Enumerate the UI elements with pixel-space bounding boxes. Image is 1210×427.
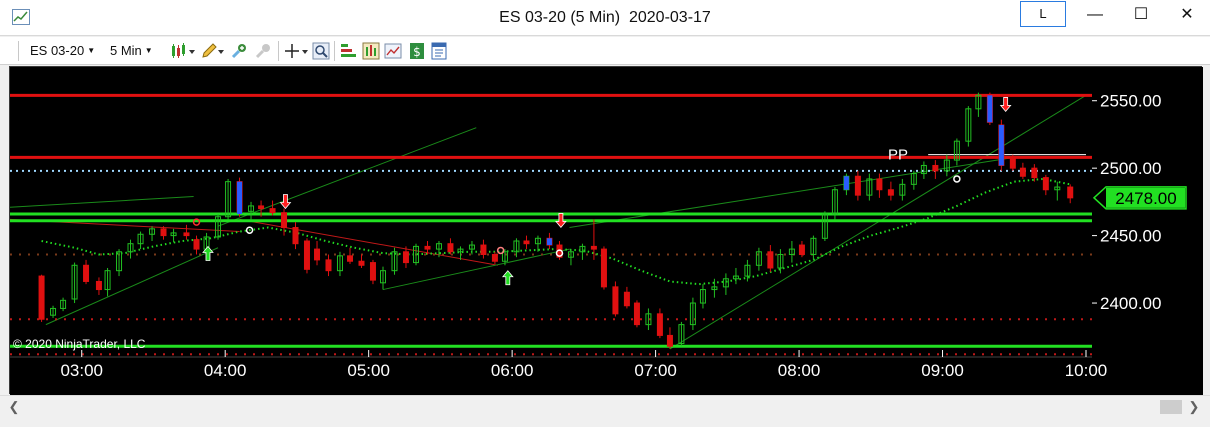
candle-down [932,164,939,172]
zoom-out-icon[interactable] [254,42,272,60]
toolbar-separator [278,41,279,61]
close-button[interactable]: ✕ [1164,0,1210,30]
candle-down [258,205,265,210]
toolbar-separator [334,41,335,61]
x-tick-label: 09:00 [921,361,964,380]
bars-style-icon[interactable] [170,42,196,60]
candle-down [95,280,102,291]
candle-down [269,208,276,214]
horizontal-scrollbar[interactable]: ❮ ❯ [0,395,1210,419]
link-button[interactable]: L [1020,1,1066,27]
candle-down [656,313,663,336]
indicators-icon[interactable] [340,42,358,60]
highlighted-bar [843,176,849,190]
y-tick-label: 2550.00 [1100,92,1161,111]
candle-down [491,253,498,262]
candle-down [358,260,365,266]
candle-down [292,227,299,245]
candle-down [183,232,190,237]
chart-toolbar: ES 03-20 ▼ 5 Min ▼ $ [0,37,1210,65]
x-tick-label: 03:00 [60,361,103,380]
properties-icon[interactable] [430,42,448,60]
candle-down [314,248,321,261]
instrument-label: ES 03-20 [30,43,85,58]
candle-down [1019,167,1026,177]
scroll-thumb[interactable] [1160,400,1182,414]
scroll-right-icon[interactable]: ❯ [1186,399,1202,415]
highlighted-bar [998,125,1004,166]
interval-selector[interactable]: 5 Min ▼ [110,42,153,60]
chevron-down-icon: ▼ [144,46,153,55]
x-tick-label: 06:00 [491,361,534,380]
magnifier-icon[interactable] [312,42,330,60]
candle-down [523,240,530,245]
candle-down [798,244,805,255]
candle-down [887,189,894,196]
title-bar: ES 03-20 (5 Min) 2020-03-17 L — ☐ ✕ [0,0,1210,36]
candle-down [424,245,431,250]
current-price-label: 2478.00 [1115,189,1176,208]
svg-text:$: $ [413,45,421,59]
x-tick-label: 07:00 [634,361,677,380]
candle-down [612,286,619,315]
x-tick-label: 10:00 [1065,361,1108,380]
candle-down [160,228,167,237]
candle-down [666,334,673,347]
candle-down [447,243,454,253]
minimize-button[interactable]: — [1072,0,1118,30]
candle-down [623,291,630,307]
candle-down [1042,177,1049,191]
y-tick-label: 2400.00 [1100,294,1161,313]
highlighted-bar [237,181,243,215]
chart-panel[interactable]: PP 2400.00 2450.00 2500.00 2550.00 2478.00 © 2… [9,66,1203,395]
toolbar-grip [18,41,19,61]
pivot-point-label: PP [888,147,908,164]
candle-down [325,259,332,272]
highlighted-bar [987,95,993,123]
price-chart[interactable]: PP 2400.00 2450.00 2500.00 2550.00 2478.00 © 2… [10,67,1203,395]
candle-down [633,302,640,326]
y-tick-label: 2450.00 [1100,227,1161,246]
candle-down [369,262,376,281]
candle-down [38,275,45,320]
candle-down [303,240,310,270]
chart-style-icon[interactable] [384,42,402,60]
zoom-in-icon[interactable] [230,42,248,60]
instrument-selector[interactable]: ES 03-20 ▼ [30,42,95,60]
crosshair-icon[interactable] [284,42,308,60]
candle-down [876,178,883,191]
candle-down [402,251,409,264]
interval-label: 5 Min [110,43,142,58]
highlighted-bar [546,238,552,246]
dollar-icon[interactable]: $ [408,42,426,60]
strategies-icon[interactable] [362,42,380,60]
candle-down [480,244,487,255]
candle-down [600,248,607,288]
y-tick-label: 2500.00 [1100,159,1161,178]
candle-down [1067,186,1074,199]
candle-down [193,239,200,250]
chevron-down-icon: ▼ [87,46,96,55]
candle-down [83,264,90,282]
scroll-left-icon[interactable]: ❮ [6,399,22,415]
candle-down [347,255,354,262]
candle-down [767,251,774,269]
draw-pencil-icon[interactable] [200,42,224,60]
candle-down [281,212,288,229]
candle-down [1009,156,1016,169]
copyright-text: © 2020 NinjaTrader, LLC [13,337,146,351]
maximize-button[interactable]: ☐ [1118,0,1164,30]
candle-down [854,175,861,196]
x-tick-label: 08:00 [778,361,821,380]
candle-down [590,245,597,250]
x-tick-label: 05:00 [347,361,390,380]
x-tick-label: 04:00 [204,361,247,380]
candle-down [1031,167,1038,179]
